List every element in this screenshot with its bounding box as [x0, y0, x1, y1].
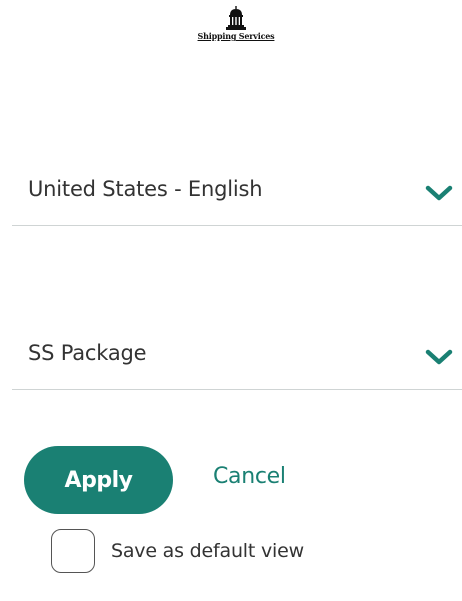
chevron-down-icon[interactable]: [424, 347, 454, 367]
view-select-value: SS Package: [28, 341, 147, 365]
save-default-view-checkbox[interactable]: [51, 529, 95, 573]
chevron-down-icon[interactable]: [424, 183, 454, 203]
logo: Shipping Services: [190, 6, 282, 58]
logo-text: Shipping Services: [197, 31, 275, 41]
courthouse-icon: [226, 6, 246, 30]
view-select[interactable]: SS Package: [12, 329, 462, 390]
cancel-link[interactable]: Cancel: [213, 464, 286, 489]
apply-button[interactable]: Apply: [24, 446, 173, 514]
language-select[interactable]: United States - English: [12, 165, 462, 226]
language-select-value: United States - English: [28, 177, 263, 201]
save-default-view-label[interactable]: Save as default view: [111, 540, 304, 562]
save-default-view-row[interactable]: Save as default view: [51, 528, 304, 574]
